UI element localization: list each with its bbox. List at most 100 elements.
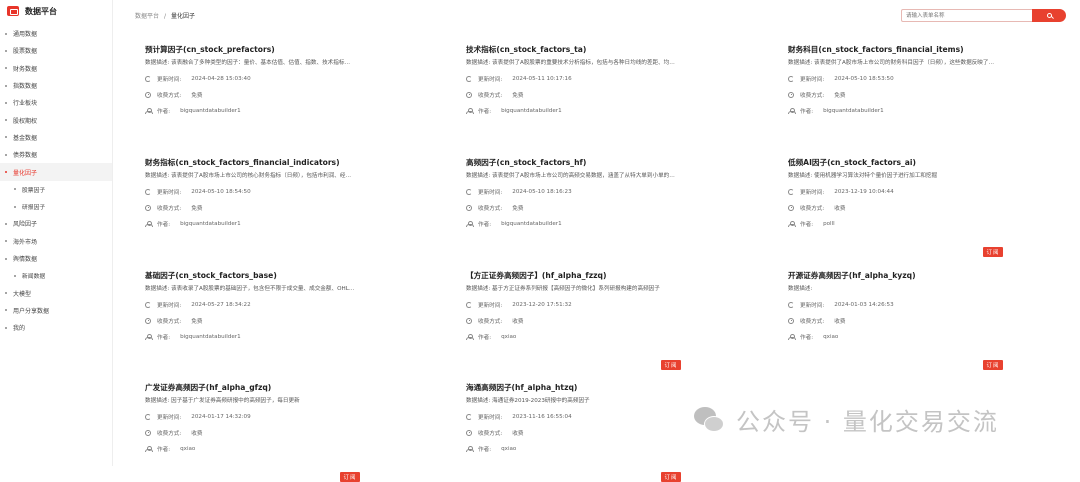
card-title[interactable]: 开源证券高频因子(hf_alpha_kyzq) bbox=[788, 270, 1003, 282]
author-value: qxiao bbox=[501, 333, 517, 340]
card-description: 数据描述: 该表收录了A股股票的基础因子，包含但不限于成交量、成交金额、OHLC… bbox=[145, 286, 355, 292]
dataset-card[interactable]: 海通高频因子(hf_alpha_htzq) 数据描述: 海通证券2019-2023… bbox=[466, 382, 681, 482]
coin-icon bbox=[788, 91, 794, 98]
sidebar-item[interactable]: 海外市场 bbox=[0, 233, 112, 250]
sidebar-item-label: 用户分享数据 bbox=[13, 307, 50, 315]
dataset-card[interactable]: 基础因子(cn_stock_factors_base) 数据描述: 该表收录了A股… bbox=[145, 270, 360, 370]
author-value: bigquantdatabuilder1 bbox=[823, 107, 884, 114]
updated-value: 2024-05-10 18:16:23 bbox=[512, 188, 572, 195]
updated-label: 更新时间: bbox=[157, 76, 182, 83]
sidebar-item[interactable]: 债券数据 bbox=[0, 146, 112, 163]
sidebar-item[interactable]: 研报因子 bbox=[0, 198, 112, 215]
coin-icon bbox=[788, 204, 794, 211]
dataset-card[interactable]: 开源证券高频因子(hf_alpha_kyzq) 数据描述: 更新时间: 2024-01… bbox=[788, 270, 1003, 370]
dataset-card[interactable]: 广发证券高频因子(hf_alpha_gfzq) 数据描述: 因子基于广发证券高频研… bbox=[145, 382, 360, 482]
card-title[interactable]: 技术指标(cn_stock_factors_ta) bbox=[466, 44, 681, 56]
author-value: qxiao bbox=[823, 333, 839, 340]
card-title[interactable]: 低频AI因子(cn_stock_factors_ai) bbox=[788, 157, 1003, 169]
sidebar-item-label: 风险因子 bbox=[13, 221, 38, 229]
breadcrumb-current: 量化因子 bbox=[171, 13, 196, 20]
user-icon bbox=[788, 333, 796, 340]
subscribe-button[interactable]: 订阅 bbox=[983, 247, 1003, 257]
updated-value: 2023-12-19 10:04:44 bbox=[834, 188, 894, 195]
dataset-card[interactable]: 低频AI因子(cn_stock_factors_ai) 数据描述: 使用机器学习算… bbox=[788, 157, 1003, 257]
updated-label: 更新时间: bbox=[157, 302, 182, 309]
fee-label: 收费方式: bbox=[478, 318, 503, 325]
sidebar-item[interactable]: 基金数据 bbox=[0, 129, 112, 146]
card-title[interactable]: 基础因子(cn_stock_factors_base) bbox=[145, 270, 360, 282]
refresh-icon bbox=[145, 413, 151, 420]
card-author-row: 作者: bigquantdatabuilder1 bbox=[466, 107, 681, 115]
sidebar-item-label: 舆情数据 bbox=[13, 256, 38, 263]
sidebar-item-label: 通用数据 bbox=[13, 31, 38, 39]
sidebar-item[interactable]: 我的 bbox=[0, 319, 112, 336]
search-bar bbox=[901, 9, 1066, 22]
card-updated-row: 更新时间: 2023-12-19 10:04:44 bbox=[788, 188, 1003, 196]
author-label: 作者: bbox=[478, 108, 492, 115]
sidebar-item[interactable]: 股票因子 bbox=[0, 181, 112, 198]
author-label: 作者: bbox=[157, 334, 171, 341]
sidebar-item[interactable]: 新闻数据 bbox=[0, 267, 112, 284]
breadcrumb-root[interactable]: 数据平台 bbox=[135, 13, 159, 20]
author-value: bigquantdatabuilder1 bbox=[501, 107, 562, 114]
sidebar-item[interactable]: 量化因子 bbox=[0, 163, 112, 181]
dataset-card[interactable]: 预计算因子(cn_stock_prefactors) 数据描述: 该表融合了多种类… bbox=[145, 44, 360, 144]
fee-label: 收费方式: bbox=[478, 430, 503, 437]
sidebar-item-label: 量化因子 bbox=[13, 169, 38, 177]
updated-value: 2024-05-10 18:53:50 bbox=[834, 75, 894, 82]
sidebar-item-label: 财务数据 bbox=[13, 65, 38, 73]
fee-label: 收费方式: bbox=[478, 205, 503, 212]
dataset-card[interactable]: 财务指标(cn_stock_factors_financial_indicato… bbox=[145, 157, 360, 257]
refresh-icon bbox=[145, 188, 151, 195]
coin-icon bbox=[466, 91, 472, 98]
author-label: 作者: bbox=[800, 221, 814, 228]
subscribe-button[interactable]: 订阅 bbox=[983, 360, 1003, 370]
bullet-icon bbox=[5, 326, 7, 329]
bullet-icon bbox=[14, 274, 16, 277]
sidebar-item[interactable]: 通用数据 bbox=[0, 25, 112, 42]
sidebar-item[interactable]: 股票数据 bbox=[0, 42, 112, 59]
author-label: 作者: bbox=[157, 446, 171, 453]
dataset-card[interactable]: 技术指标(cn_stock_factors_ta) 数据描述: 该表提供了A股股票… bbox=[466, 44, 681, 144]
card-title[interactable]: 财务科目(cn_stock_factors_financial_items) bbox=[788, 44, 1003, 56]
sidebar-item[interactable]: 股权期权 bbox=[0, 111, 112, 128]
user-icon bbox=[788, 107, 796, 114]
fee-value: 收费 bbox=[512, 430, 524, 437]
sidebar-item[interactable]: 行业板块 bbox=[0, 94, 112, 111]
refresh-icon bbox=[788, 301, 794, 308]
dataset-card[interactable]: 【方正证券高频因子】(hf_alpha_fzzq) 数据描述: 基于方正证券系列研… bbox=[466, 270, 681, 370]
search-button[interactable] bbox=[1032, 9, 1066, 22]
subscribe-button[interactable]: 订阅 bbox=[340, 472, 360, 482]
dataset-card[interactable]: 高频因子(cn_stock_factors_hf) 数据描述: 该表提供了A股市场… bbox=[466, 157, 681, 257]
sidebar-item-label: 股权期权 bbox=[13, 117, 38, 125]
card-description: 数据描述: bbox=[788, 286, 813, 292]
card-title[interactable]: 高频因子(cn_stock_factors_hf) bbox=[466, 157, 681, 169]
subscribe-button[interactable]: 订阅 bbox=[661, 360, 681, 370]
sidebar-item[interactable]: 舆情数据 bbox=[0, 250, 112, 267]
sidebar-item[interactable]: 财务数据 bbox=[0, 60, 112, 77]
card-title[interactable]: 预计算因子(cn_stock_prefactors) bbox=[145, 44, 360, 56]
fee-label: 收费方式: bbox=[800, 318, 825, 325]
sidebar-item[interactable]: 风险因子 bbox=[0, 215, 112, 232]
card-updated-row: 更新时间: 2023-11-16 16:55:04 bbox=[466, 413, 681, 421]
bullet-icon bbox=[5, 309, 7, 312]
sidebar-item[interactable]: 指数数据 bbox=[0, 77, 112, 94]
app-logo[interactable]: 数据平台 bbox=[0, 0, 112, 22]
search-input[interactable] bbox=[901, 9, 1032, 22]
card-title[interactable]: 财务指标(cn_stock_factors_financial_indicato… bbox=[145, 157, 360, 169]
dataset-card[interactable]: 财务科目(cn_stock_factors_financial_items) 数据… bbox=[788, 44, 1003, 144]
author-value: bigquantdatabuilder1 bbox=[501, 220, 562, 227]
updated-label: 更新时间: bbox=[478, 414, 503, 421]
sidebar-item[interactable]: 用户分享数据 bbox=[0, 302, 112, 319]
card-title[interactable]: 【方正证券高频因子】(hf_alpha_fzzq) bbox=[466, 270, 681, 282]
refresh-icon bbox=[466, 75, 472, 82]
card-description: 数据描述: 海通证券2019-2023研报中的高频因子 bbox=[466, 398, 590, 404]
card-description: 数据描述: 该表提供了A股市场上市公司的核心财务指标（日频），包括市利润、经营活… bbox=[145, 173, 355, 179]
fee-label: 收费方式: bbox=[800, 92, 825, 99]
card-author-row: 作者: bigquantdatabuilder1 bbox=[145, 333, 360, 341]
card-title[interactable]: 海通高频因子(hf_alpha_htzq) bbox=[466, 382, 681, 394]
sidebar-item-label: 股票因子 bbox=[22, 187, 46, 194]
card-title[interactable]: 广发证券高频因子(hf_alpha_gfzq) bbox=[145, 382, 360, 394]
sidebar-item[interactable]: 大模型 bbox=[0, 284, 112, 301]
subscribe-button[interactable]: 订阅 bbox=[661, 472, 681, 482]
